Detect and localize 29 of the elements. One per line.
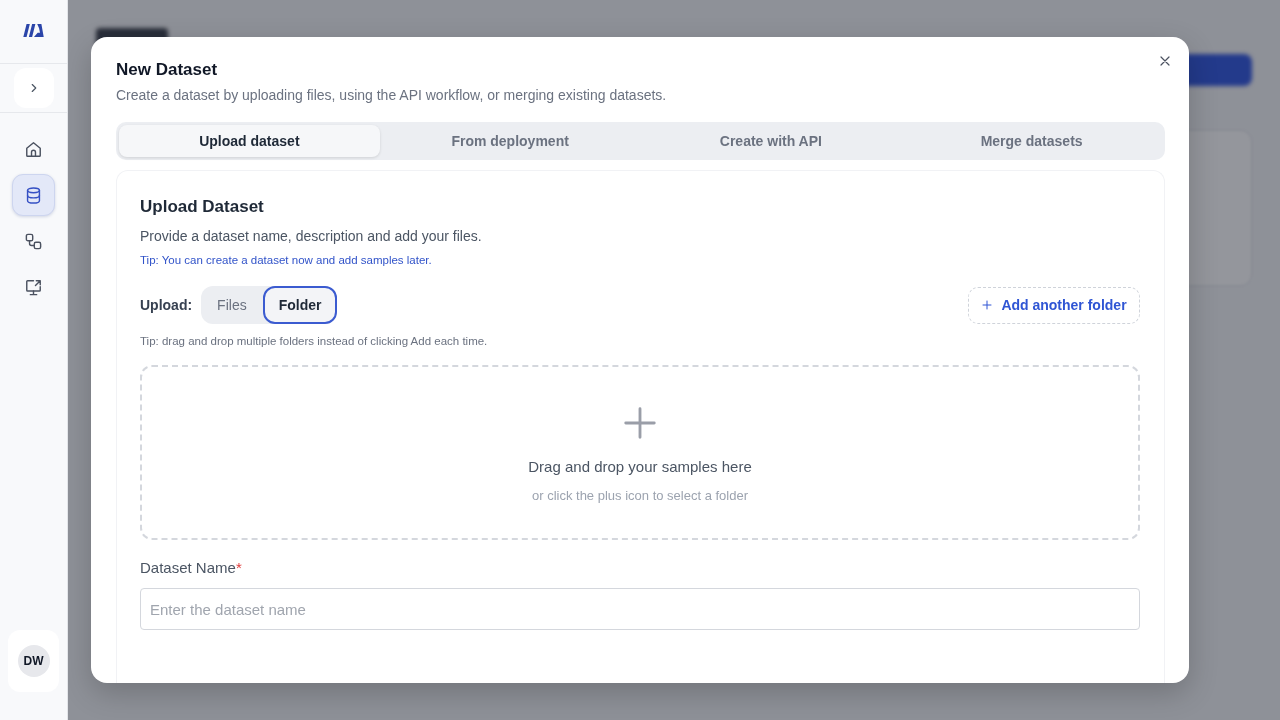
required-mark: * [235, 558, 242, 578]
tab[interactable]: Upload dataset [119, 125, 380, 157]
section-title: Upload Dataset [140, 196, 265, 218]
tab[interactable]: Create with API [640, 125, 902, 157]
upload-mode-option[interactable]: Files [201, 286, 263, 324]
drop-zone-hint: or click the plus icon to select a folder [531, 487, 749, 505]
hint-text: Tip: drag and drop multiple folders instead of clicking Add each time. [140, 334, 489, 349]
monitor-icon [24, 277, 43, 297]
user-avatar[interactable]: DW [17, 645, 50, 677]
drop-zone-title: Drag and drop your samples here [528, 457, 752, 477]
upload-label: Upload: [140, 297, 193, 313]
tab[interactable]: From deployment [379, 125, 641, 157]
home-icon [24, 139, 43, 159]
field-label: Dataset Name [140, 558, 236, 578]
drop-zone[interactable]: Drag and drop your samples here or click the plus icon to select a folder [140, 365, 1140, 540]
dialog-title: New Dataset [116, 59, 219, 81]
workflow-icon [24, 231, 43, 251]
dialog-subtitle: Create a dataset by uploading files, using the API workflow, or merging existing datasets. [116, 86, 668, 105]
plus-icon [981, 299, 994, 311]
dataset-name-input[interactable]: Enter the dataset name [140, 588, 1140, 630]
logo-icon [23, 24, 44, 37]
database-icon [24, 185, 43, 205]
tab[interactable]: Merge datasets [901, 125, 1162, 157]
add-folder-button[interactable]: Add another folder [968, 286, 1140, 324]
upload-mode-option[interactable]: Folder [262, 286, 338, 324]
sidebar-item[interactable] [12, 174, 55, 216]
section-description: Provide a dataset name, description and add your files. [140, 227, 483, 246]
plus-icon[interactable] [621, 404, 659, 442]
tip-text: Tip: You can create a dataset now and add samples later. [140, 253, 433, 268]
